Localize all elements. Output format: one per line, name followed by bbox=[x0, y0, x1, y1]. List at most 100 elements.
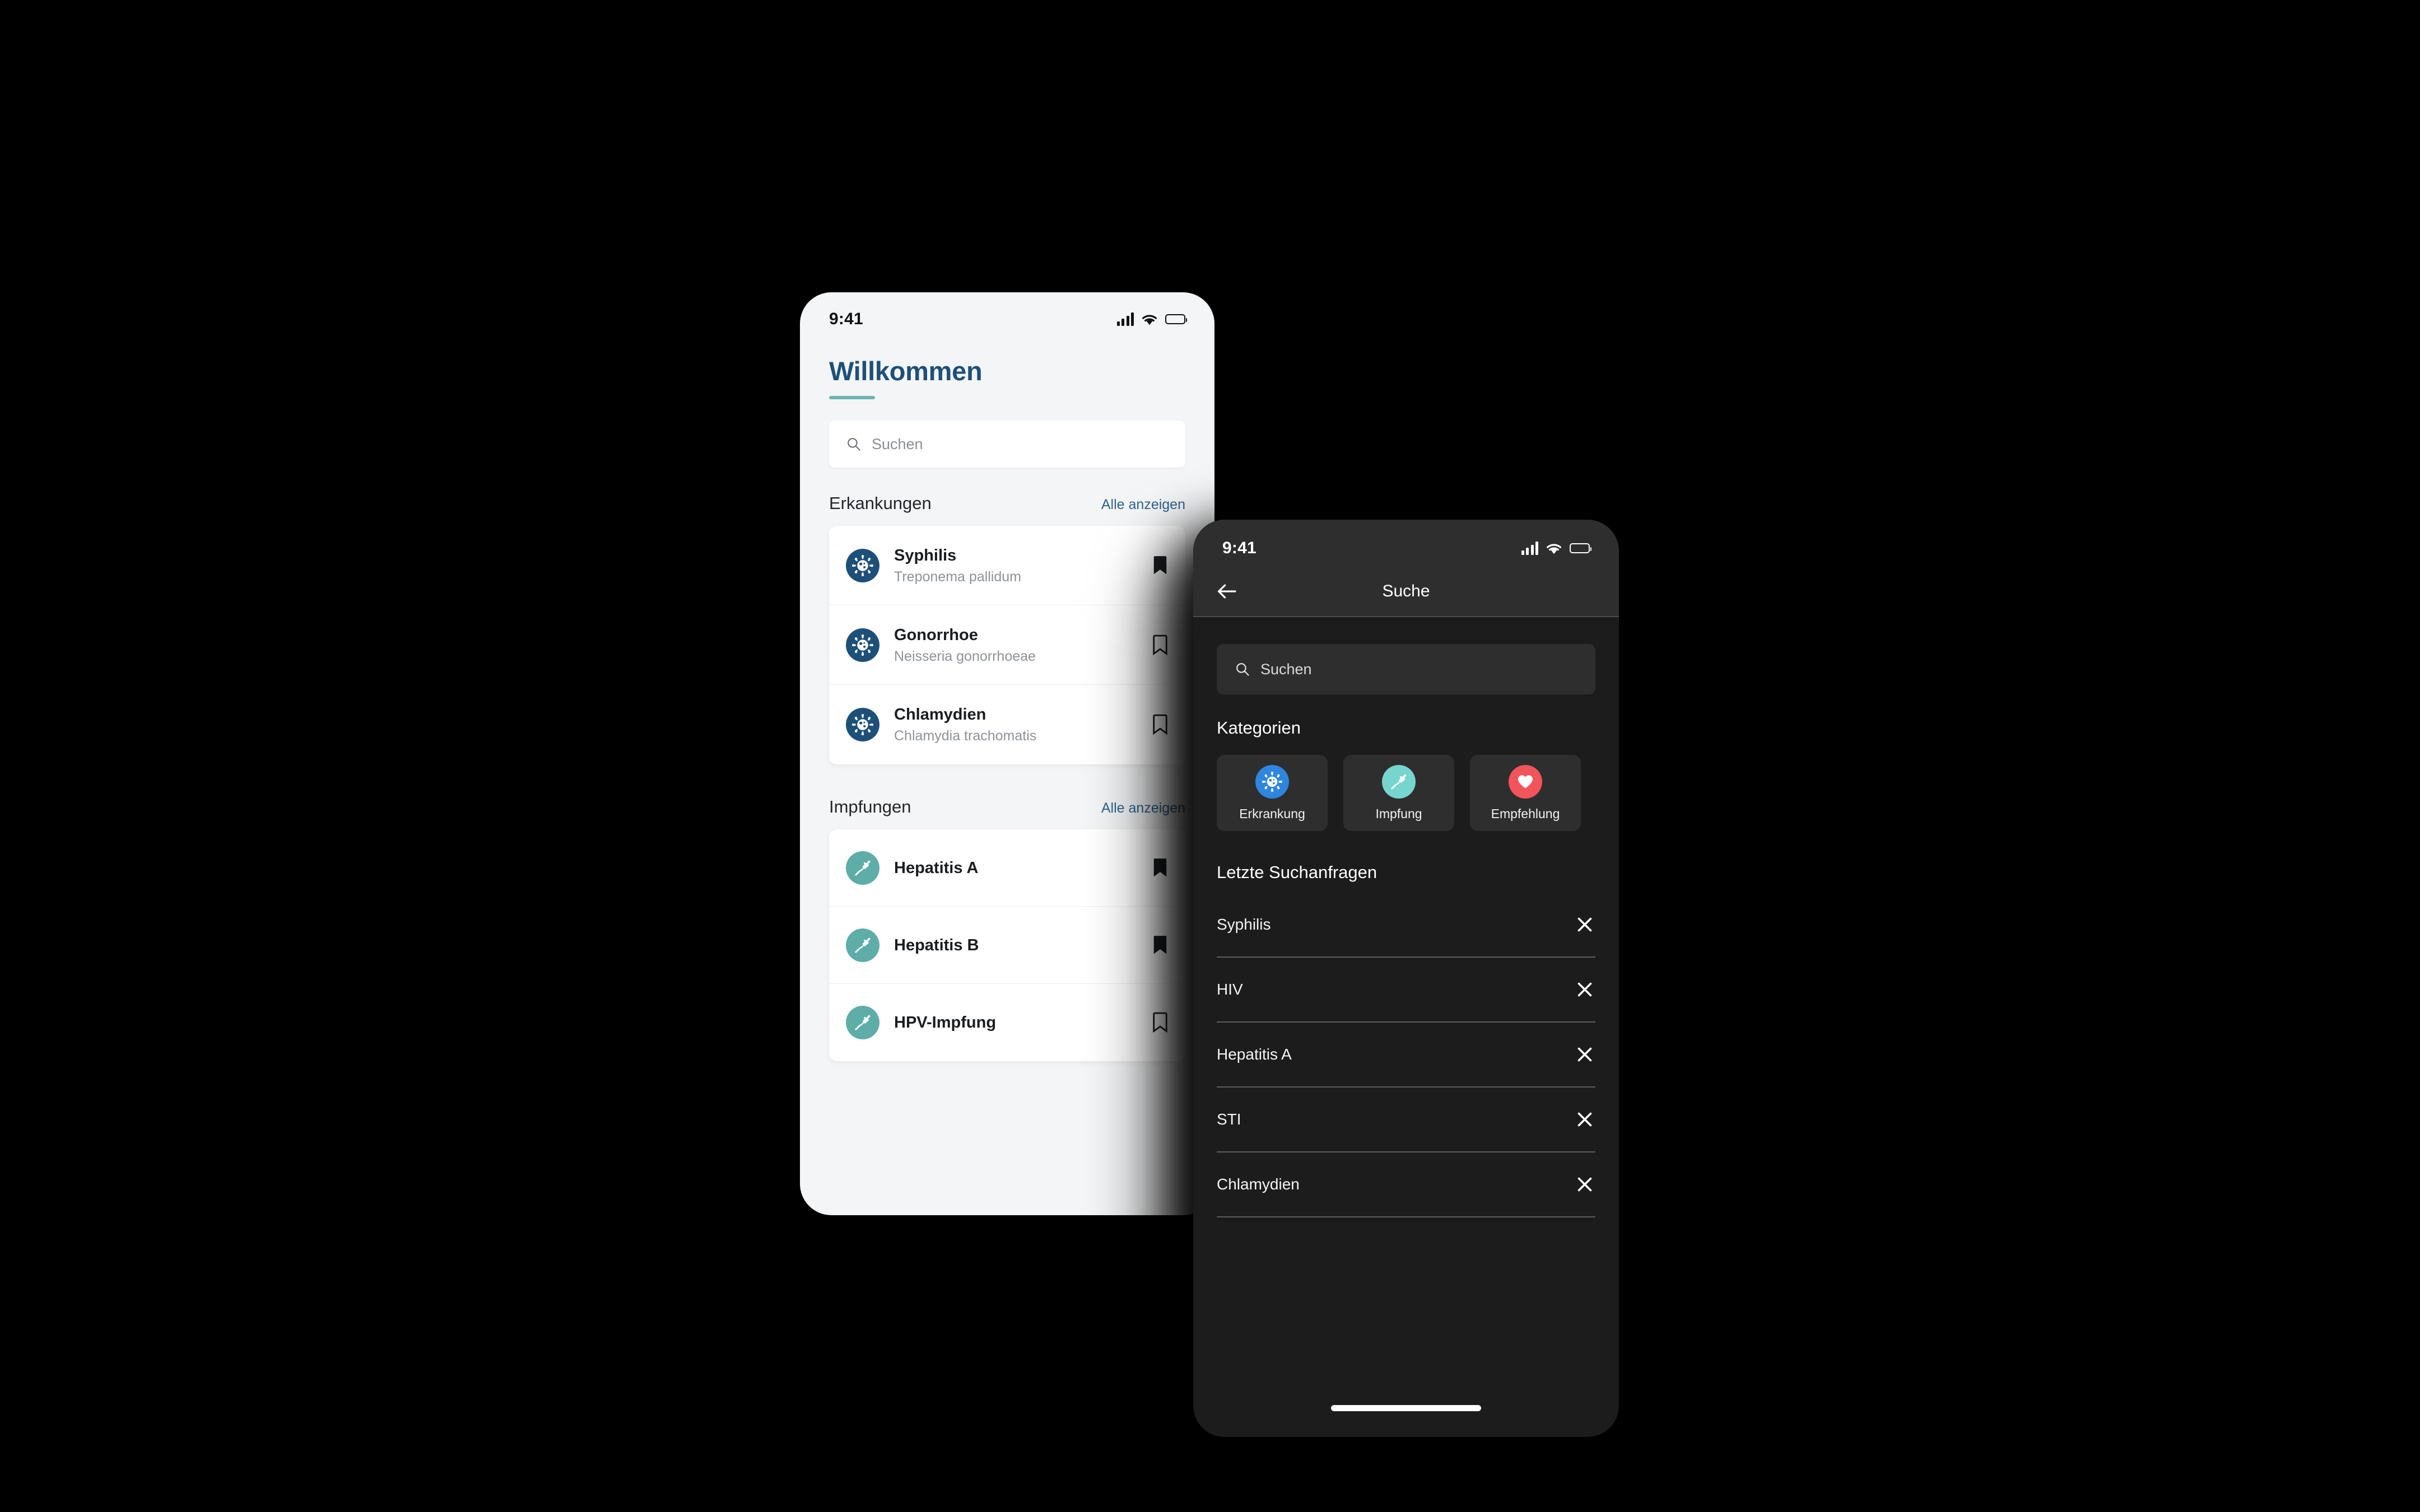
status-bar-icons bbox=[1116, 312, 1187, 326]
arrow-left-icon[interactable] bbox=[1217, 583, 1237, 600]
recent-query-label: Hepatitis A bbox=[1217, 1046, 1292, 1063]
list-item-text: HPV-Impfung bbox=[894, 1012, 1142, 1033]
recent-searches-title: Letzte Suchanfragen bbox=[1217, 862, 1377, 882]
phone-search-screen: 9:41 Suche Suchen Kategorien Erkrankung … bbox=[1193, 520, 1619, 1437]
nav-title: Suche bbox=[1382, 582, 1430, 600]
screenshot-canvas: 9:41 Willkommen Suchen Erkankungen Alle … bbox=[0, 0, 2420, 1512]
list-item-subtitle: Chlamydia trachomatis bbox=[894, 728, 1037, 744]
virus-icon bbox=[846, 548, 879, 582]
category-chip-empfehlung[interactable]: Empfehlung bbox=[1470, 755, 1581, 831]
syringe-icon bbox=[846, 928, 879, 962]
cellular-signal-icon bbox=[1116, 312, 1134, 326]
page-title: Willkommen bbox=[829, 356, 983, 386]
recent-query-label: HIV bbox=[1217, 981, 1243, 998]
list-item-subtitle: Neisseria gonorrhoeae bbox=[894, 648, 1036, 664]
category-chip-impfung[interactable]: Impfung bbox=[1343, 755, 1454, 831]
search-input[interactable]: Suchen bbox=[1217, 644, 1595, 694]
status-bar: 9:41 bbox=[800, 292, 1214, 336]
list-item-title: Hepatitis A bbox=[894, 858, 979, 877]
syringe-icon bbox=[1382, 764, 1416, 799]
list-item-text: Chlamydien Chlamydia trachomatis bbox=[894, 704, 1142, 745]
bookmark-icon-outline[interactable] bbox=[1152, 1012, 1169, 1033]
category-chip-label: Empfehlung bbox=[1491, 806, 1560, 821]
bookmark-icon-outline[interactable] bbox=[1152, 714, 1169, 735]
wifi-icon bbox=[1546, 542, 1562, 555]
list-item-title: Chlamydien bbox=[894, 706, 986, 724]
section-title: Erkankungen bbox=[829, 493, 932, 514]
list-item[interactable]: Chlamydien bbox=[1217, 1152, 1595, 1217]
list-item[interactable]: HIV bbox=[1217, 958, 1595, 1023]
list-card-impfungen: Hepatitis A Hepatitis B HPV-Impfung bbox=[829, 829, 1185, 1062]
list-item[interactable]: Gonorrhoe Neisseria gonorrhoeae bbox=[829, 605, 1185, 685]
close-icon[interactable] bbox=[1576, 1046, 1595, 1063]
bookmark-icon-filled[interactable] bbox=[1152, 857, 1169, 879]
search-placeholder: Suchen bbox=[1260, 660, 1312, 678]
list-item-text: Hepatitis B bbox=[894, 935, 1142, 955]
category-chip-label: Impfung bbox=[1375, 806, 1422, 821]
syringe-icon bbox=[846, 851, 879, 885]
list-card-erkankungen: Syphilis Treponema pallidum Gonorrhoe Ne… bbox=[829, 526, 1185, 765]
list-item-title: Hepatitis B bbox=[894, 936, 979, 954]
show-all-link-impfungen[interactable]: Alle anzeigen bbox=[1101, 800, 1185, 816]
close-icon[interactable] bbox=[1576, 1176, 1595, 1193]
section-title: Impfungen bbox=[829, 797, 911, 817]
status-bar-time: 9:41 bbox=[1222, 539, 1256, 557]
list-item[interactable]: Chlamydien Chlamydia trachomatis bbox=[829, 685, 1185, 764]
bookmark-icon-outline[interactable] bbox=[1152, 634, 1169, 656]
close-icon[interactable] bbox=[1576, 916, 1595, 933]
list-item[interactable]: STI bbox=[1217, 1088, 1595, 1152]
recent-searches-list: Syphilis HIV Hepatitis A STI Chlamydien bbox=[1217, 893, 1595, 1217]
list-item-title: HPV-Impfung bbox=[894, 1014, 997, 1032]
search-body: Suchen Kategorien Erkrankung Impfung Emp… bbox=[1193, 644, 1619, 1217]
syringe-icon bbox=[846, 1006, 879, 1040]
title-underline bbox=[829, 396, 875, 400]
recent-query-label: STI bbox=[1217, 1110, 1241, 1128]
wifi-icon bbox=[1141, 313, 1158, 326]
list-item-text: Hepatitis A bbox=[894, 858, 1142, 878]
phone-home-screen: 9:41 Willkommen Suchen Erkankungen Alle … bbox=[800, 292, 1214, 1215]
home-indicator[interactable] bbox=[1331, 1405, 1481, 1411]
list-item[interactable]: Hepatitis B bbox=[829, 907, 1185, 984]
section-header-erkankungen: Erkankungen Alle anzeigen bbox=[829, 493, 1185, 514]
status-bar-icons bbox=[1521, 542, 1591, 555]
list-item-title: Gonorrhoe bbox=[894, 626, 978, 644]
close-icon[interactable] bbox=[1576, 981, 1595, 998]
virus-icon bbox=[846, 708, 879, 742]
heart-icon bbox=[1509, 764, 1542, 799]
status-bar: 9:41 bbox=[1193, 520, 1619, 567]
battery-icon bbox=[1570, 543, 1591, 553]
category-chip-group: Erkrankung Impfung Empfehlung bbox=[1217, 755, 1595, 831]
search-placeholder: Suchen bbox=[872, 435, 923, 452]
bookmark-icon-filled[interactable] bbox=[1152, 555, 1169, 576]
list-item-subtitle: Treponema pallidum bbox=[894, 568, 1021, 585]
navigation-bar: Suche bbox=[1193, 567, 1619, 617]
list-item[interactable]: Syphilis bbox=[1217, 893, 1595, 958]
list-item[interactable]: Hepatitis A bbox=[1217, 1023, 1595, 1088]
list-item[interactable]: HPV-Impfung bbox=[829, 984, 1185, 1061]
search-input[interactable]: Suchen bbox=[829, 421, 1185, 468]
list-item-title: Syphilis bbox=[894, 546, 957, 564]
close-icon[interactable] bbox=[1576, 1111, 1595, 1128]
list-item[interactable]: Syphilis Treponema pallidum bbox=[829, 526, 1185, 606]
welcome-header: Willkommen bbox=[800, 336, 1214, 400]
search-icon bbox=[846, 436, 862, 452]
status-bar-time: 9:41 bbox=[829, 310, 863, 328]
search-icon bbox=[1235, 661, 1250, 677]
bookmark-icon-filled[interactable] bbox=[1152, 935, 1169, 956]
search-screen-content: 9:41 Suche Suchen Kategorien Erkrankung … bbox=[1193, 520, 1619, 1437]
home-screen-content: 9:41 Willkommen Suchen Erkankungen Alle … bbox=[800, 292, 1214, 1215]
show-all-link-erkankungen[interactable]: Alle anzeigen bbox=[1101, 497, 1185, 513]
list-item-text: Syphilis Treponema pallidum bbox=[894, 545, 1142, 586]
battery-icon bbox=[1165, 314, 1187, 324]
cellular-signal-icon bbox=[1521, 542, 1538, 555]
virus-icon bbox=[846, 628, 879, 662]
recent-query-label: Chlamydien bbox=[1217, 1175, 1300, 1193]
recent-query-label: Syphilis bbox=[1217, 916, 1271, 933]
category-chip-label: Erkrankung bbox=[1239, 806, 1305, 821]
virus-icon bbox=[1255, 764, 1289, 799]
section-header-impfungen: Impfungen Alle anzeigen bbox=[829, 797, 1185, 817]
list-item-text: Gonorrhoe Neisseria gonorrhoeae bbox=[894, 625, 1142, 666]
list-item[interactable]: Hepatitis A bbox=[829, 829, 1185, 907]
categories-title: Kategorien bbox=[1217, 718, 1301, 738]
category-chip-erkrankung[interactable]: Erkrankung bbox=[1217, 755, 1328, 831]
